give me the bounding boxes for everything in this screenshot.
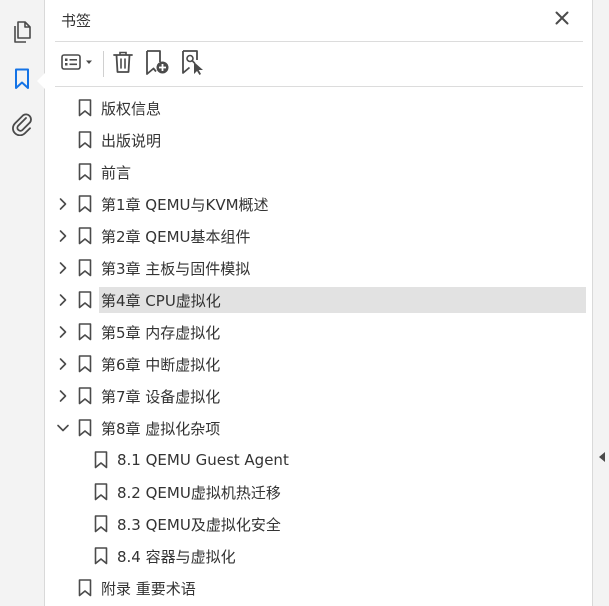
bookmark-row: 8.2 QEMU虚拟机热迁移	[45, 476, 592, 508]
chevron-right-icon[interactable]	[55, 228, 71, 244]
find-bookmark-icon	[180, 49, 206, 79]
bookmarks-panel: 书签 版权信息 出版说明 前言 第1章 QEMU与KVM概述 第2章 QEMU基…	[45, 0, 592, 606]
bookmark-icon	[78, 99, 92, 117]
delete-icon	[112, 50, 134, 78]
bookmark-item[interactable]: 第2章 QEMU基本组件	[99, 223, 251, 249]
bookmark-item[interactable]: 附录 重要术语	[99, 575, 196, 601]
bookmark-label: 版权信息	[101, 99, 162, 118]
bookmark-icon	[94, 547, 108, 565]
bookmark-label: 附录 重要术语	[101, 579, 196, 598]
toolbar-separator	[103, 51, 104, 77]
triangle-left-icon	[598, 448, 606, 467]
close-icon	[555, 10, 569, 29]
bookmark-label: 第4章 CPU虚拟化	[101, 291, 221, 310]
bookmark-row: 第8章 虚拟化杂项	[45, 412, 592, 444]
bookmark-row: 第5章 内存虚拟化	[45, 316, 592, 348]
title-divider	[55, 41, 583, 42]
bookmark-icon	[78, 579, 92, 597]
bookmark-icon	[78, 195, 92, 213]
bookmark-item[interactable]: 8.1 QEMU Guest Agent	[115, 447, 289, 473]
page-thumbnails-button[interactable]	[8, 20, 36, 48]
bookmark-icon	[78, 227, 92, 245]
bookmark-row: 第3章 主板与固件模拟	[45, 252, 592, 284]
bookmark-icon	[78, 323, 92, 341]
bookmark-item[interactable]: 第6章 中断虚拟化	[99, 351, 220, 377]
bookmark-row: 第4章 CPU虚拟化	[45, 284, 592, 316]
chevron-right-icon[interactable]	[55, 292, 71, 308]
bookmark-label: 8.3 QEMU及虚拟化安全	[117, 515, 281, 534]
pages-icon	[12, 21, 32, 47]
bookmark-item[interactable]: 出版说明	[99, 127, 161, 153]
find-bookmark-button[interactable]	[176, 50, 210, 78]
bookmark-item[interactable]: 第3章 主板与固件模拟	[99, 255, 250, 281]
bookmark-icon	[78, 419, 92, 437]
chevron-right-icon[interactable]	[55, 196, 71, 212]
bookmark-icon	[94, 483, 108, 501]
close-button[interactable]	[551, 8, 573, 30]
attachments-button[interactable]	[8, 112, 36, 140]
bookmarks-window: 书签 版权信息 出版说明 前言 第1章 QEMU与KVM概述 第2章 QEMU基…	[0, 0, 609, 606]
bookmark-label: 8.1 QEMU Guest Agent	[117, 451, 289, 469]
bookmark-row: 8.3 QEMU及虚拟化安全	[45, 508, 592, 540]
options-menu-button[interactable]	[57, 50, 97, 78]
bookmark-icon	[78, 163, 92, 181]
bookmark-item[interactable]: 8.3 QEMU及虚拟化安全	[115, 511, 281, 537]
toolbar-divider	[55, 86, 583, 87]
bookmark-icon	[78, 387, 92, 405]
panel-edge-strip	[592, 0, 609, 606]
bookmark-row: 8.1 QEMU Guest Agent	[45, 444, 592, 476]
bookmark-icon	[14, 68, 30, 94]
bookmark-item-selected[interactable]: 第4章 CPU虚拟化	[99, 287, 586, 313]
collapse-panel-button[interactable]	[596, 449, 608, 465]
chevron-right-icon[interactable]	[55, 324, 71, 340]
options-menu-icon	[59, 52, 95, 76]
bookmark-icon	[94, 515, 108, 533]
delete-bookmark-button[interactable]	[110, 50, 136, 78]
bookmark-icon	[78, 131, 92, 149]
bookmark-item[interactable]: 第7章 设备虚拟化	[99, 383, 220, 409]
new-bookmark-icon	[144, 49, 170, 79]
bookmark-icon	[78, 259, 92, 277]
bookmark-item[interactable]: 第5章 内存虚拟化	[99, 319, 220, 345]
bookmark-icon	[94, 451, 108, 469]
chevron-right-icon[interactable]	[55, 260, 71, 276]
bookmarks-rail-button[interactable]	[8, 67, 45, 95]
bookmark-row: 前言	[45, 156, 592, 188]
bookmarks-toolbar	[57, 49, 210, 79]
new-bookmark-button[interactable]	[140, 50, 174, 78]
bookmark-label: 第5章 内存虚拟化	[101, 323, 221, 342]
bookmark-row: 版权信息	[45, 92, 592, 124]
bookmark-label: 第7章 设备虚拟化	[101, 387, 221, 406]
chevron-right-icon[interactable]	[55, 356, 71, 372]
bookmark-label: 第8章 虚拟化杂项	[101, 419, 221, 438]
bookmark-item[interactable]: 版权信息	[99, 95, 161, 121]
bookmark-item[interactable]: 第8章 虚拟化杂项	[99, 415, 220, 441]
bookmark-row: 出版说明	[45, 124, 592, 156]
bookmark-row: 第2章 QEMU基本组件	[45, 220, 592, 252]
bookmark-label: 8.2 QEMU虚拟机热迁移	[117, 483, 281, 502]
bookmark-label: 第6章 中断虚拟化	[101, 355, 221, 374]
bookmark-label: 第3章 主板与固件模拟	[101, 259, 251, 278]
panel-title: 书签	[61, 12, 92, 30]
bookmark-item[interactable]: 8.2 QEMU虚拟机热迁移	[115, 479, 281, 505]
bookmark-row: 附录 重要术语	[45, 572, 592, 604]
bookmark-label: 8.4 容器与虚拟化	[117, 547, 236, 566]
bookmark-label: 第2章 QEMU基本组件	[101, 227, 251, 246]
bookmark-icon	[78, 291, 92, 309]
bookmark-row: 第1章 QEMU与KVM概述	[45, 188, 592, 220]
bookmark-item[interactable]: 前言	[99, 159, 131, 185]
bookmark-label: 前言	[101, 163, 132, 182]
chevron-right-icon[interactable]	[55, 388, 71, 404]
bookmark-label: 出版说明	[101, 131, 162, 150]
bookmark-row: 第7章 设备虚拟化	[45, 380, 592, 412]
navigation-rail	[0, 0, 45, 606]
bookmark-label: 第1章 QEMU与KVM概述	[101, 195, 269, 214]
bookmark-row: 第6章 中断虚拟化	[45, 348, 592, 380]
bookmark-item[interactable]: 8.4 容器与虚拟化	[115, 543, 236, 569]
bookmark-row: 8.4 容器与虚拟化	[45, 540, 592, 572]
attachment-icon	[11, 112, 33, 140]
bookmark-item[interactable]: 第1章 QEMU与KVM概述	[99, 191, 269, 217]
bookmark-icon	[78, 355, 92, 373]
chevron-down-icon[interactable]	[55, 420, 71, 436]
